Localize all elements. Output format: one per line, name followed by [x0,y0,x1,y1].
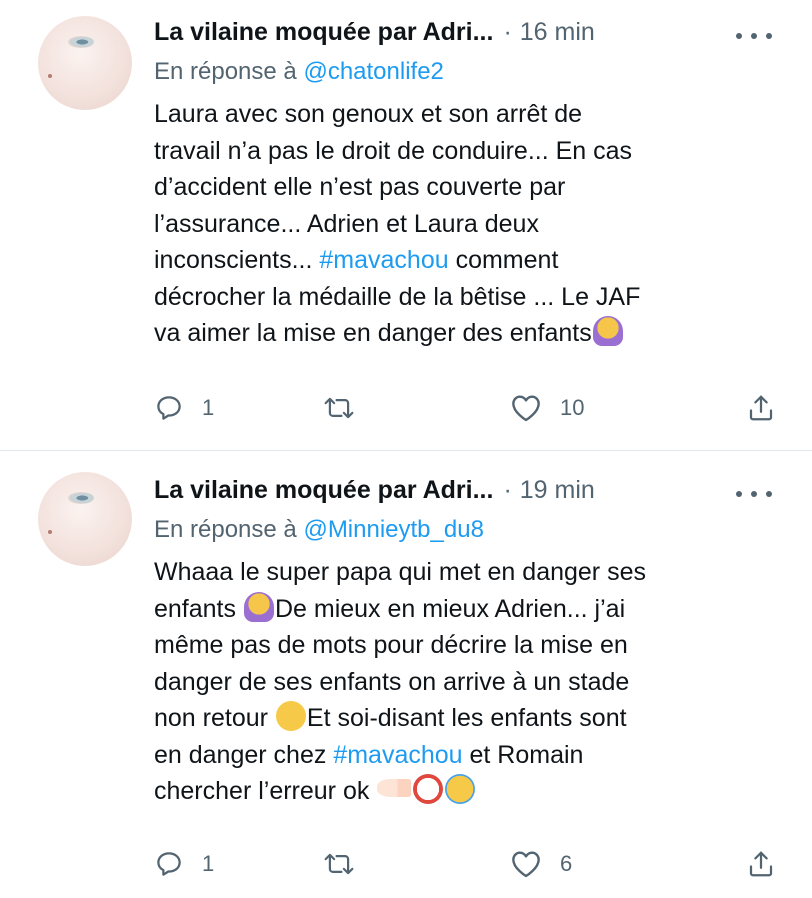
text-segment: et Romain [469,740,584,769]
like-count: 10 [560,395,585,420]
reply-icon [157,396,181,420]
retweet-button[interactable] [322,844,374,884]
share-button[interactable] [746,844,776,884]
text-line: décrocher la médaille de la bêtise ... L… [154,282,641,311]
avatar-eye [68,492,94,504]
separator: · [503,476,512,504]
hashtag-link[interactable]: #mavachou [333,741,462,769]
tweet-content: La vilaine moquée par Adri... · 16 min E… [154,18,772,352]
reply-button[interactable]: 1 [154,844,214,884]
reply-prefix: En réponse à [154,516,297,543]
thinking-emoji-icon [275,701,306,731]
more-icon[interactable] [736,24,772,48]
separator: · [503,18,512,46]
heart-icon [512,851,540,878]
reply-prefix: En réponse à [154,58,297,85]
avatar-mark [48,74,52,78]
author-name[interactable]: La vilaine moquée par Adri... [154,18,493,47]
more-dot [751,491,757,497]
reply-icon [157,852,181,876]
more-dot [766,33,772,39]
avatar[interactable] [38,16,132,110]
share-button[interactable] [746,388,776,428]
more-icon[interactable] [736,482,772,506]
text-line: enfants De mieux en mieux Adrien... j’ai [154,591,772,628]
text-line: en danger chez #mavachou et Romain [154,737,772,774]
text-segment: Et soi-disant les enfants sont [306,704,627,732]
more-dot [751,33,757,39]
facepalm-emoji-icon [243,591,274,622]
hashtag-link[interactable]: #mavachou [319,246,448,274]
pointing-hand-emoji-icon [377,779,412,797]
author-name[interactable]: La vilaine moquée par Adri... [154,476,493,505]
text-line: chercher l’erreur ok [154,773,772,810]
reply-context: En réponse à @Minnieytb_du8 [154,516,772,550]
text-segment: va aimer la mise en danger des enfants [154,319,592,347]
reply-count: 1 [202,395,215,420]
text-line: danger de ses enfants on arrive à un sta… [154,667,630,696]
more-dot [736,491,742,497]
tweet-actions: 1 6 [154,844,776,884]
tweet-text: Laura avec son genoux et son arrêt de tr… [154,96,772,352]
text-segment: comment [455,246,559,274]
tweet-header: La vilaine moquée par Adri... · 16 min [154,18,772,54]
tweet-text: Whaaa le super papa qui met en danger se… [154,554,772,810]
text-segment: en danger chez [154,740,327,769]
text-segment: chercher l’erreur ok [154,777,370,805]
like-count: 6 [560,851,573,876]
like-button[interactable]: 10 [510,388,584,428]
retweet-button[interactable] [322,388,374,428]
text-line: travail n’a pas le droit de conduire... … [154,136,633,165]
retweet-icon [324,853,354,875]
crying-emoji-icon [445,774,476,804]
more-dot [736,33,742,39]
avatar-eye [68,36,94,48]
reply-context: En réponse à @chatonlife2 [154,58,772,92]
tweet-feed: La vilaine moquée par Adri... · 16 min E… [0,0,812,898]
share-icon [749,851,773,877]
text-segment: inconscients... [154,246,313,274]
text-line: Laura avec son genoux et son arrêt de [154,100,583,128]
text-line: même pas de mots pour décrire la mise en [154,631,628,659]
text-segment: De mieux en mieux Adrien... j’ai [274,594,626,623]
avatar[interactable] [38,472,132,566]
tweet-actions: 1 10 [154,388,776,428]
tweet[interactable]: La vilaine moquée par Adri... · 19 min E… [0,451,812,898]
text-line: non retour Et soi-disant les enfants son… [154,700,772,737]
reply-handle-link[interactable]: @chatonlife2 [303,58,443,85]
reply-count: 1 [202,851,215,876]
text-line: l’assurance... Adrien et Laura deux [154,209,539,238]
text-line: d’accident elle n’est pas couverte par [154,173,566,201]
tweet-content: La vilaine moquée par Adri... · 19 min E… [154,476,772,810]
heart-icon [512,395,540,422]
like-button[interactable]: 6 [510,844,572,884]
text-segment: non retour [154,704,268,732]
share-icon [749,395,773,421]
text-line: inconscients... #mavachou comment [154,242,772,279]
tweet[interactable]: La vilaine moquée par Adri... · 16 min E… [0,0,812,450]
reply-handle-link[interactable]: @Minnieytb_du8 [303,516,483,543]
timestamp[interactable]: 16 min [520,18,595,47]
avatar-mark [48,530,52,534]
facepalm-emoji-icon [592,316,623,346]
retweet-icon [324,397,354,419]
text-segment: enfants [154,594,237,623]
tweet-header: La vilaine moquée par Adri... · 19 min [154,476,772,512]
reply-button[interactable]: 1 [154,388,214,428]
timestamp[interactable]: 19 min [520,476,595,505]
clown-emoji-icon [413,774,444,804]
text-line: va aimer la mise en danger des enfants [154,315,772,352]
more-dot [766,491,772,497]
text-line: Whaaa le super papa qui met en danger se… [154,558,646,586]
